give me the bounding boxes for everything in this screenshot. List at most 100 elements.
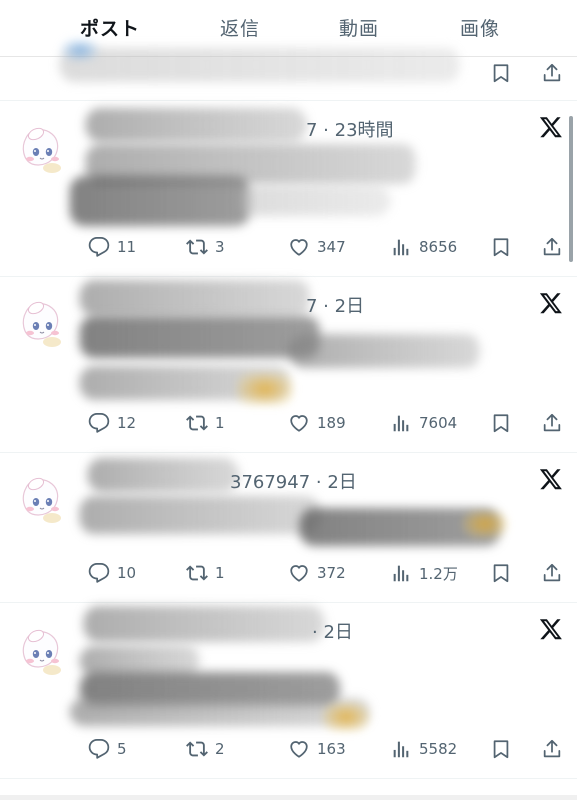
like-count: 163 [317, 740, 346, 758]
x-logo-icon [539, 291, 563, 315]
tab-videos[interactable]: 動画 [339, 14, 379, 41]
like-count: 347 [317, 238, 346, 256]
share-button[interactable] [541, 60, 563, 86]
avatar[interactable] [12, 294, 72, 354]
reply-icon [88, 562, 110, 584]
views-icon [390, 412, 412, 434]
x-logo-icon [539, 617, 563, 641]
like-button[interactable]: 347 [288, 234, 346, 260]
bottom-edge [0, 795, 577, 800]
share-icon [541, 236, 563, 258]
post-meta: · 2日 [312, 622, 353, 643]
reply-icon [88, 412, 110, 434]
blurred-content [88, 458, 238, 492]
bookmark-button[interactable] [490, 234, 512, 260]
repost-count: 2 [215, 740, 225, 758]
x-logo-icon [539, 115, 563, 139]
reply-button[interactable]: 5 [88, 736, 127, 762]
bookmark-button[interactable] [490, 560, 512, 586]
blurred-content [322, 702, 370, 732]
like-count: 189 [317, 414, 346, 432]
avatar[interactable] [12, 120, 72, 180]
repost-icon [186, 236, 208, 258]
reply-count: 10 [117, 564, 137, 582]
bookmark-button[interactable] [490, 410, 512, 436]
repost-icon [186, 562, 208, 584]
avatar[interactable] [12, 470, 72, 530]
share-icon [541, 738, 563, 760]
reply-count: 11 [117, 238, 137, 256]
repost-button[interactable]: 1 [186, 410, 225, 436]
repost-count: 3 [215, 238, 225, 256]
bookmark-button[interactable] [490, 736, 512, 762]
post-meta: 7 · 2日 [306, 296, 365, 317]
like-button[interactable]: 372 [288, 560, 346, 586]
reply-button[interactable]: 10 [88, 560, 136, 586]
reply-button[interactable]: 11 [88, 234, 136, 260]
bookmark-icon [490, 562, 512, 584]
heart-icon [288, 738, 310, 760]
blurred-content [70, 176, 250, 226]
post[interactable]: 3767947 · 2日 10 1 372 1.2万 [0, 452, 577, 603]
view-count: 5582 [419, 740, 458, 758]
views-button[interactable]: 7604 [390, 410, 457, 436]
post-actions: 10 1 372 1.2万 [0, 560, 577, 586]
views-icon [390, 236, 412, 258]
bookmark-icon [490, 412, 512, 434]
view-count: 1.2万 [419, 564, 458, 583]
tab-images[interactable]: 画像 [460, 14, 500, 41]
previous-post-partial[interactable] [0, 38, 577, 101]
post-actions: 5 2 163 5582 [0, 736, 577, 762]
tab-posts[interactable]: ポスト [80, 14, 140, 41]
share-button[interactable] [541, 560, 563, 586]
reply-button[interactable]: 12 [88, 410, 136, 436]
share-button[interactable] [541, 234, 563, 260]
tab-replies[interactable]: 返信 [220, 14, 260, 41]
blurred-content [240, 186, 390, 216]
post-actions: 12 1 189 7604 [0, 410, 577, 436]
post-meta: 3767947 · 2日 [230, 472, 357, 493]
like-button[interactable]: 189 [288, 410, 346, 436]
bookmark-icon [490, 236, 512, 258]
x-logo-icon [539, 467, 563, 491]
repost-icon [186, 412, 208, 434]
scrollbar[interactable] [569, 116, 573, 262]
blurred-content [462, 510, 508, 538]
blurred-content [80, 316, 320, 358]
post[interactable]: 7 · 23時間 11 3 347 8656 [0, 100, 577, 277]
post-actions: 11 3 347 8656 [0, 234, 577, 260]
blurred-content [236, 372, 294, 406]
repost-count: 1 [215, 564, 225, 582]
blurred-content [290, 334, 480, 368]
reply-icon [88, 236, 110, 258]
share-button[interactable] [541, 410, 563, 436]
post[interactable]: · 2日 5 2 163 5582 [0, 602, 577, 779]
bookmark-button[interactable] [490, 60, 512, 86]
repost-icon [186, 738, 208, 760]
reply-count: 12 [117, 414, 137, 432]
blurred-content [86, 108, 306, 142]
bookmark-icon [490, 738, 512, 760]
heart-icon [288, 562, 310, 584]
views-button[interactable]: 5582 [390, 736, 457, 762]
blurred-content [80, 280, 310, 316]
post[interactable]: 7 · 2日 12 1 189 7604 [0, 276, 577, 453]
share-icon [541, 62, 563, 84]
views-button[interactable]: 8656 [390, 234, 457, 260]
share-button[interactable] [541, 736, 563, 762]
avatar[interactable] [12, 622, 72, 682]
like-count: 372 [317, 564, 346, 582]
blurred-content [60, 48, 460, 82]
share-icon [541, 412, 563, 434]
repost-button[interactable]: 2 [186, 736, 225, 762]
repost-button[interactable]: 3 [186, 234, 225, 260]
repost-button[interactable]: 1 [186, 560, 225, 586]
view-count: 7604 [419, 414, 458, 432]
views-button[interactable]: 1.2万 [390, 560, 458, 586]
reply-count: 5 [117, 740, 127, 758]
share-icon [541, 562, 563, 584]
view-count: 8656 [419, 238, 458, 256]
like-button[interactable]: 163 [288, 736, 346, 762]
heart-icon [288, 412, 310, 434]
bookmark-icon [490, 62, 512, 84]
